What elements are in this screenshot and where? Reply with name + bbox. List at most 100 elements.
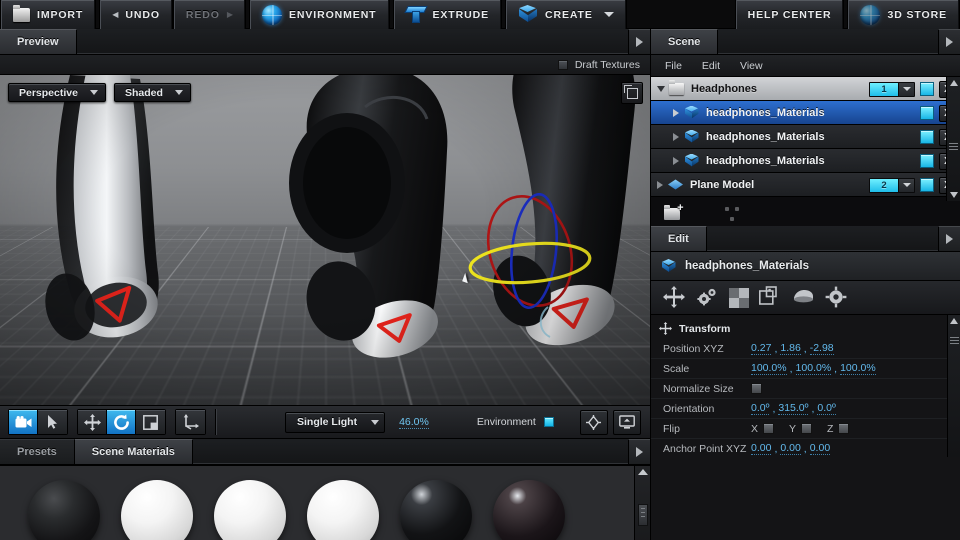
position-z-value[interactable]: -2.98: [809, 342, 834, 355]
undo-button[interactable]: ◀ UNDO: [99, 0, 173, 29]
maximize-viewport-button[interactable]: [621, 82, 643, 104]
shading-mode-dropdown[interactable]: Shaded: [113, 83, 191, 102]
visibility-toggle[interactable]: [920, 106, 934, 120]
texture-tab-icon[interactable]: [729, 287, 749, 308]
materials-panel-expand-button[interactable]: [628, 439, 650, 464]
material-swatch[interactable]: [400, 480, 472, 540]
materials-tab-icon[interactable]: [696, 286, 719, 309]
fit-to-screen-button[interactable]: [612, 409, 641, 435]
settings-tab-icon[interactable]: [825, 286, 848, 309]
material-swatch[interactable]: [121, 480, 193, 540]
tree-empty-space[interactable]: [651, 197, 960, 229]
tree-row-headphones-materials-1[interactable]: headphones_Materials X: [651, 101, 960, 125]
flip-z-checkbox[interactable]: [838, 423, 850, 434]
camera-mode-dropdown[interactable]: Perspective: [8, 83, 106, 102]
visibility-toggle[interactable]: [920, 154, 934, 168]
chevron-right-icon[interactable]: [673, 108, 679, 117]
tree-row-headphones[interactable]: Headphones 1 X: [651, 77, 960, 101]
menu-view[interactable]: View: [740, 60, 763, 72]
draft-textures-checkbox[interactable]: [557, 59, 568, 70]
group-count-caret[interactable]: [898, 178, 914, 192]
visibility-toggle[interactable]: [920, 130, 934, 144]
scale-tool-button[interactable]: [136, 410, 165, 434]
chevron-right-icon[interactable]: [673, 156, 679, 165]
redo-button[interactable]: REDO ▶: [172, 0, 246, 29]
group-count-dropdown[interactable]: 1: [869, 81, 915, 97]
scroll-up-icon[interactable]: [950, 318, 958, 324]
anchor-z-value[interactable]: 0.00: [809, 442, 831, 455]
menu-file[interactable]: File: [665, 60, 682, 72]
create-button[interactable]: CREATE: [504, 0, 627, 29]
shape-tab-icon[interactable]: [792, 286, 815, 309]
3d-store-button[interactable]: 3D STORE: [847, 0, 960, 29]
tab-scene[interactable]: Scene: [651, 29, 719, 54]
main-toolbar: IMPORT ◀ UNDO REDO ▶ ENVIRONMENT EXTRUDE…: [0, 0, 960, 29]
preview-panel-expand-button[interactable]: [628, 29, 650, 54]
move-tool-button[interactable]: [78, 410, 107, 434]
scrollbar-thumb[interactable]: [949, 141, 958, 152]
camera-tool-button[interactable]: [9, 410, 38, 434]
scrollbar-thumb[interactable]: [950, 335, 959, 346]
orientation-y-value[interactable]: 315.0º: [778, 402, 809, 415]
scale-x-value[interactable]: 100.0%: [751, 362, 787, 375]
extrude-button[interactable]: EXTRUDE: [392, 0, 502, 29]
ucs-tool-button[interactable]: [176, 410, 205, 434]
rotation-gizmo[interactable]: [458, 193, 608, 323]
light-preset-dropdown[interactable]: Single Light: [285, 411, 386, 433]
viewport-3d[interactable]: Perspective Shaded: [0, 75, 650, 405]
visibility-toggle[interactable]: [920, 82, 934, 96]
scale-z-value[interactable]: 100.0%: [840, 362, 876, 375]
tab-presets[interactable]: Presets: [0, 439, 75, 464]
group-count-dropdown[interactable]: 2: [869, 177, 915, 193]
flip-y-checkbox[interactable]: [801, 423, 813, 434]
light-intensity-value[interactable]: 46.0%: [399, 416, 429, 429]
material-swatch[interactable]: [307, 480, 379, 540]
edit-panel-expand-button[interactable]: [938, 226, 960, 251]
properties-scrollbar[interactable]: [947, 315, 960, 457]
import-button[interactable]: IMPORT: [0, 0, 97, 29]
scrollbar-thumb[interactable]: [637, 504, 648, 526]
chevron-down-icon[interactable]: [657, 85, 665, 92]
tree-item-label: headphones_Materials: [706, 106, 825, 119]
scroll-up-icon[interactable]: [949, 80, 958, 86]
menu-edit[interactable]: Edit: [702, 60, 720, 72]
tab-edit[interactable]: Edit: [651, 226, 707, 251]
layers-tab-icon[interactable]: [759, 286, 782, 309]
scroll-down-icon[interactable]: [949, 192, 958, 198]
flip-x-checkbox[interactable]: [763, 423, 775, 434]
material-swatch[interactable]: [493, 480, 565, 540]
material-swatch[interactable]: [214, 480, 286, 540]
normalize-size-checkbox[interactable]: [751, 383, 762, 394]
materials-scrollbar[interactable]: [634, 466, 650, 540]
chevron-right-icon[interactable]: [657, 180, 663, 189]
group-count-caret[interactable]: [898, 82, 914, 96]
tree-row-headphones-materials-3[interactable]: headphones_Materials X: [651, 149, 960, 173]
tree-row-headphones-materials-2[interactable]: headphones_Materials X: [651, 125, 960, 149]
rotate-tool-button[interactable]: [107, 410, 136, 434]
scroll-up-icon[interactable]: [637, 469, 648, 475]
tab-preview[interactable]: Preview: [0, 29, 77, 54]
orientation-x-value[interactable]: 0.0º: [751, 402, 770, 415]
anchor-x-value[interactable]: 0.00: [751, 442, 772, 455]
headphone-model-left[interactable]: [10, 75, 260, 375]
scene-panel-expand-button[interactable]: [938, 29, 960, 54]
orientation-z-value[interactable]: 0.0º: [817, 402, 836, 415]
anchor-y-value[interactable]: 0.00: [780, 442, 801, 455]
position-y-value[interactable]: 1.86: [780, 342, 801, 355]
scale-y-value[interactable]: 100.0%: [795, 362, 832, 375]
tab-scene-materials[interactable]: Scene Materials: [74, 439, 193, 464]
material-swatch[interactable]: [28, 480, 100, 540]
transform-tab-icon[interactable]: [663, 286, 686, 309]
scene-tree-scrollbar[interactable]: [946, 77, 960, 201]
environment-color-swatch[interactable]: [543, 417, 554, 427]
visibility-toggle[interactable]: [920, 178, 934, 192]
help-center-button[interactable]: HELP CENTER: [734, 0, 845, 29]
tree-row-plane-model[interactable]: Plane Model 2 X: [651, 173, 960, 197]
position-x-value[interactable]: 0.27: [751, 342, 772, 355]
chevron-right-icon[interactable]: [673, 132, 679, 141]
focus-object-button[interactable]: [579, 409, 608, 435]
select-tool-button[interactable]: [38, 410, 67, 434]
layers-icon: [759, 286, 777, 305]
environment-button[interactable]: ENVIRONMENT: [249, 0, 390, 29]
transform-section-header[interactable]: Transform: [651, 315, 960, 339]
